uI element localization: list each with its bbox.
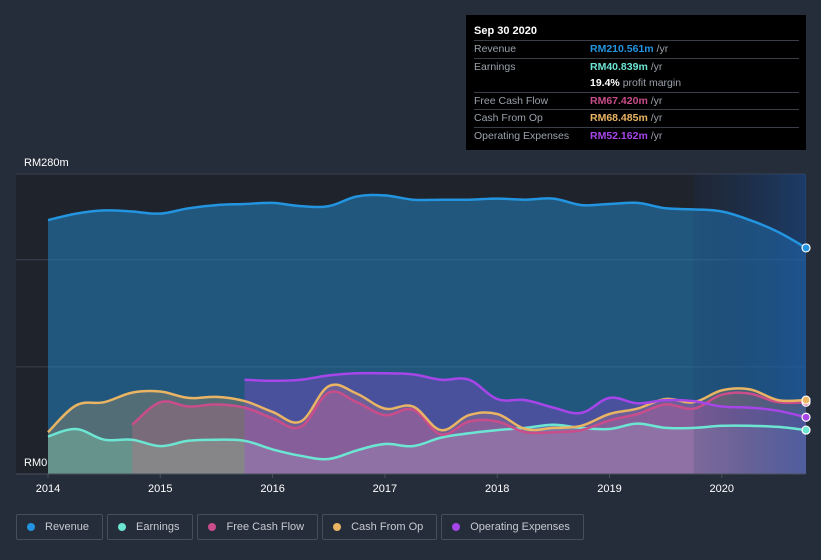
- x-tick-label: 2017: [373, 483, 397, 495]
- tooltip-value-amount: 19.4%: [590, 77, 620, 89]
- y-tick-label-bottom: RM0: [24, 457, 47, 469]
- earnings-endpoint-marker: [801, 425, 811, 435]
- legend-dot-icon: [27, 523, 35, 531]
- x-tick-label: 2014: [36, 483, 60, 495]
- tooltip-row-label: Cash From Op: [474, 112, 543, 124]
- operating-expenses-endpoint-marker: [801, 412, 811, 422]
- y-tick-label-top: RM280m: [24, 157, 69, 169]
- tooltip-date: Sep 30 2020: [474, 23, 799, 41]
- x-tick-label: 2015: [148, 483, 172, 495]
- legend-label: Operating Expenses: [470, 521, 570, 533]
- legend-item-operating-expenses[interactable]: Operating Expenses: [441, 514, 584, 540]
- legend-dot-icon: [452, 523, 461, 531]
- legend-item-earnings[interactable]: Earnings: [107, 514, 194, 540]
- tooltip-row-value: 19.4% profit margin: [590, 75, 681, 92]
- tooltip-row-label: Revenue: [474, 43, 517, 55]
- revenue-endpoint-marker: [801, 243, 811, 253]
- tooltip-row-label: Free Cash Flow: [474, 94, 549, 107]
- tooltip-row: Free Cash Flow RM67.420m /yr: [474, 93, 799, 110]
- tooltip-value-unit: /yr: [647, 129, 663, 142]
- tooltip-row: Earnings RM40.839m /yr: [474, 59, 799, 76]
- legend-label: Cash From Op: [351, 521, 424, 533]
- tooltip-row: 19.4% profit margin: [474, 75, 799, 93]
- legend-label: Revenue: [45, 521, 90, 533]
- cash-from-op-endpoint-marker: [801, 395, 811, 405]
- tooltip-row: Revenue RM210.561m /yr: [474, 41, 799, 59]
- legend-item-revenue[interactable]: Revenue: [16, 514, 104, 540]
- x-tick-label: 2016: [260, 483, 284, 495]
- tooltip-row: Operating Expenses RM52.162m /yr: [474, 128, 799, 145]
- tooltip-row-label: [474, 75, 590, 92]
- legend-dot-icon: [333, 523, 342, 531]
- legend-label: Free Cash Flow: [226, 521, 305, 533]
- tooltip-row-label: Operating Expenses: [474, 129, 570, 142]
- tooltip-value-amount: RM67.420m: [590, 94, 648, 107]
- tooltip-value-amount: RM40.839m: [590, 60, 648, 73]
- tooltip-row-label: Earnings: [474, 60, 516, 73]
- tooltip-value-unit: /yr: [647, 94, 663, 107]
- legend-dot-icon: [208, 523, 217, 531]
- tooltip-value-unit: /yr: [647, 112, 663, 124]
- tooltip-value-amount: RM52.162m: [590, 129, 648, 142]
- legend-item-cash-from-op[interactable]: Cash From Op: [322, 514, 438, 540]
- tooltip-row-value: RM40.839m /yr: [590, 59, 662, 76]
- x-tick-label: 2018: [485, 483, 509, 495]
- tooltip-row-value: RM210.561m /yr: [590, 41, 668, 58]
- tooltip-value-amount: RM210.561m: [590, 43, 654, 55]
- tooltip-value-unit: /yr: [653, 43, 669, 55]
- legend-dot-icon: [118, 523, 127, 531]
- tooltip-panel: Sep 30 2020 Revenue RM210.561m /yr Earning…: [466, 15, 806, 150]
- tooltip-value-amount: RM68.485m: [590, 112, 648, 124]
- legend-label: Earnings: [136, 521, 180, 533]
- legend-item-free-cash-flow[interactable]: Free Cash Flow: [197, 514, 319, 540]
- tooltip-row-value: RM67.420m /yr: [590, 93, 662, 110]
- legend: Revenue Earnings Free Cash Flow Cash From O…: [16, 514, 584, 540]
- tooltip-value-unit: profit margin: [619, 77, 682, 89]
- tooltip-row: Cash From Op RM68.485m /yr: [474, 110, 799, 128]
- tooltip-row-value: RM52.162m /yr: [590, 128, 662, 145]
- x-tick-label: 2019: [597, 483, 621, 495]
- tooltip-row-value: RM68.485m /yr: [590, 110, 662, 127]
- x-tick-label: 2020: [710, 483, 734, 495]
- tooltip-value-unit: /yr: [647, 60, 663, 73]
